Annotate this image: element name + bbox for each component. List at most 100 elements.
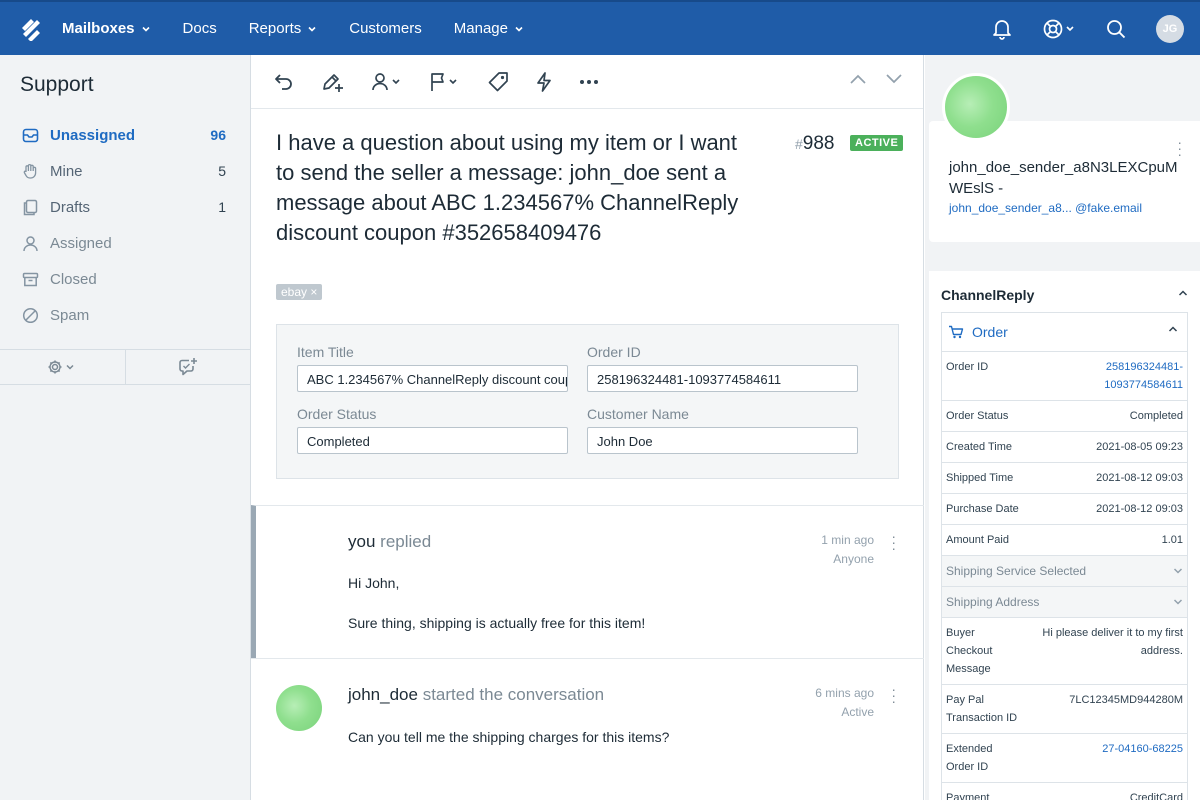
folder-label: Closed (50, 270, 97, 288)
workflow-button[interactable] (535, 71, 553, 93)
chevron-down-icon (1173, 568, 1183, 574)
thread-menu-icon[interactable]: · · · (891, 682, 896, 708)
more-dots-icon (580, 79, 598, 84)
add-note-button[interactable] (321, 71, 345, 93)
thread-author: john_doe started the conversation (348, 685, 604, 705)
order-row-value: 2021-08-12 09:03 (1096, 503, 1183, 515)
order-status-field: Order Status Completed (297, 406, 568, 454)
nav-reports[interactable]: Reports (249, 20, 318, 37)
tag-label: ebay (281, 285, 308, 299)
item-title-input[interactable]: ABC 1.234567% ChannelReply discount coup… (297, 365, 568, 392)
customer-email[interactable]: john_doe_sender_a8... @fake.email (949, 201, 1142, 215)
customer-name[interactable]: john_doe_sender_a8N3LEXCpuMWEslS - (949, 157, 1184, 199)
chevron-up-icon[interactable] (849, 73, 867, 85)
customer-email-domain: @fake.email (1075, 201, 1142, 215)
mailbox-settings-button[interactable] (0, 350, 126, 384)
chevron-down-icon (308, 26, 316, 32)
order-row-value: 1.01 (1161, 534, 1183, 546)
order-row-value[interactable]: 27-04160-68225 (1102, 740, 1183, 776)
helpscout-logo-icon[interactable] (0, 2, 62, 55)
shipping-address-section[interactable]: Shipping Address (941, 587, 1188, 618)
order-section-header[interactable]: Order (941, 312, 1188, 352)
chevron-down-icon (515, 26, 523, 32)
order-row-label: Purchase Date (946, 503, 1019, 515)
order-row: Pay Pal Transaction ID 7LC12345MD944280M (941, 685, 1188, 734)
nav-mailboxes[interactable]: Mailboxes (62, 20, 151, 37)
folder-unassigned[interactable]: Unassigned 96 (0, 117, 250, 153)
order-row: Order ID 258196324481-1093774584611 (941, 352, 1188, 401)
folder-mine[interactable]: Mine 5 (0, 153, 250, 189)
nav-customers[interactable]: Customers (349, 20, 422, 37)
user-icon (21, 234, 39, 252)
order-row-label: Order ID (946, 361, 989, 373)
folder-label: Mine (50, 162, 83, 180)
cart-icon (949, 325, 964, 339)
folder-drafts[interactable]: Drafts 1 (0, 189, 250, 225)
order-status-input[interactable]: Completed (297, 427, 568, 454)
customer-menu-icon[interactable]: · · · (1177, 135, 1182, 161)
help-lifebuoy-icon[interactable] (1042, 18, 1076, 40)
status-badge[interactable]: ACTIVE (850, 135, 904, 151)
customer-avatar (276, 685, 322, 731)
tag-icon (488, 71, 508, 91)
notifications-bell-icon[interactable] (992, 18, 1012, 40)
search-icon[interactable] (1106, 19, 1126, 39)
order-status-label: Order Status (297, 406, 377, 422)
order-row: Created Time 2021-08-05 09:23 (941, 432, 1188, 463)
item-title-field: Item Title ABC 1.234567% ChannelReply di… (297, 344, 568, 392)
lightning-icon (537, 71, 551, 92)
order-id-field: Order ID 258196324481-1093774584611 (587, 344, 858, 392)
order-row-value[interactable]: 258196324481-1093774584611 (1083, 358, 1183, 394)
status-flag-button[interactable] (429, 72, 461, 92)
tag-ebay[interactable]: ebay × (276, 284, 323, 300)
order-details-list: Order ID 258196324481-1093774584611 Orde… (941, 352, 1188, 800)
thread-assignee: Anyone (833, 552, 874, 566)
thread-menu-icon[interactable]: · · · (891, 529, 896, 555)
folder-label: Spam (50, 306, 90, 324)
more-actions-button[interactable] (579, 79, 599, 85)
new-chat-icon (178, 358, 197, 376)
tag-button[interactable] (487, 71, 509, 93)
folder-label: Drafts (50, 198, 91, 216)
order-row-label: Payment Method (946, 792, 990, 800)
ban-icon (21, 306, 39, 324)
thread-message-line: Can you tell me the shipping charges for… (348, 729, 670, 745)
customer-profile-avatar[interactable] (942, 73, 1010, 141)
chevron-down-icon[interactable] (885, 73, 903, 85)
inbox-icon (21, 126, 39, 144)
tag-remove-icon[interactable]: × (310, 285, 317, 299)
chevron-down-icon (141, 26, 150, 32)
thread-meta: 1 min ago Anyone (821, 531, 874, 569)
user-avatar[interactable]: JG (1156, 14, 1184, 43)
folder-closed[interactable]: Closed (0, 261, 250, 297)
nav-docs[interactable]: Docs (183, 20, 217, 37)
order-row-label: Buyer Checkout Message (946, 627, 993, 675)
customer-name-input[interactable]: John Doe (587, 427, 858, 454)
new-conversation-button[interactable] (126, 350, 251, 384)
order-row: Purchase Date 2021-08-12 09:03 (941, 494, 1188, 525)
reply-button[interactable] (273, 72, 295, 92)
order-row-label: Shipped Time (946, 472, 1014, 484)
archive-icon (21, 270, 39, 288)
order-row-value: Hi please deliver it to my first address… (1042, 627, 1183, 657)
chevron-down-icon (1173, 599, 1183, 605)
conversation-pane: I have a question about using my item or… (251, 55, 924, 800)
custom-fields-panel: Item Title ABC 1.234567% ChannelReply di… (276, 324, 899, 479)
shipping-service-section[interactable]: Shipping Service Selected (941, 556, 1188, 587)
order-id-input[interactable]: 258196324481-1093774584611 (587, 365, 858, 392)
thread-time: 6 mins ago (815, 686, 874, 700)
chevron-up-icon[interactable] (1178, 289, 1188, 297)
nav-mailboxes-label: Mailboxes (62, 20, 135, 37)
customer-name-field: Customer Name John Doe (587, 406, 858, 454)
folder-spam[interactable]: Spam (0, 297, 250, 333)
folder-assigned[interactable]: Assigned (0, 225, 250, 261)
order-row-label: Created Time (946, 441, 1013, 453)
nav-manage[interactable]: Manage (454, 20, 524, 37)
nav-docs-label: Docs (182, 20, 217, 37)
order-row: Buyer Checkout Message Hi please deliver… (941, 618, 1188, 685)
gear-icon (48, 360, 74, 374)
item-title-label: Item Title (297, 344, 354, 360)
assign-user-icon (372, 72, 400, 90)
assign-button[interactable] (371, 72, 403, 92)
folder-count: 1 (218, 199, 226, 215)
